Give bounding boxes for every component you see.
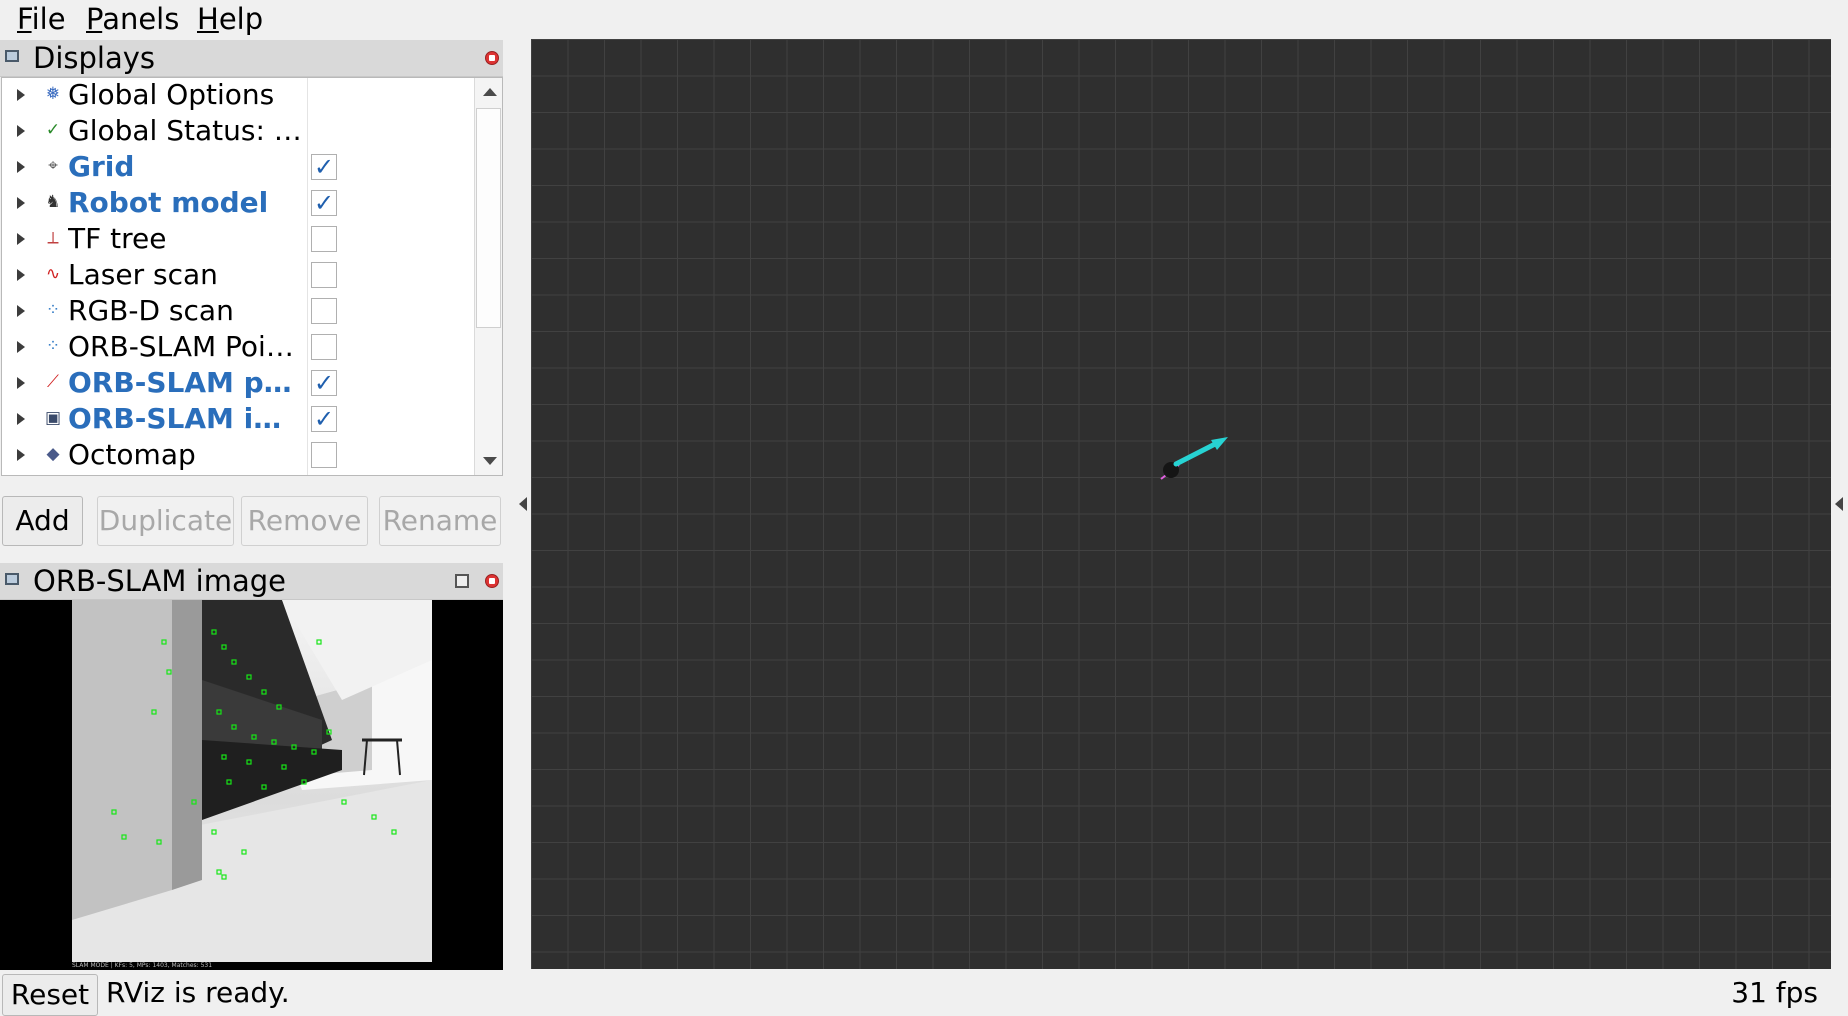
menu-bar: File Panels Help [0, 0, 1848, 38]
fps-counter: 31 fps [1731, 976, 1818, 1009]
displays-panel-title: Displays [33, 41, 156, 75]
display-enable-checkbox[interactable] [311, 334, 337, 360]
display-item[interactable]: ✓ Global Status: Ok [2, 113, 474, 149]
displays-panel-header: Displays [0, 40, 503, 77]
image-status-strip: SLAM MODE | KFs: 5, MPs: 1403, Matches: … [72, 962, 213, 969]
display-item-label: TF tree [68, 222, 167, 255]
image-icon [5, 573, 19, 585]
robot-pose-render [1160, 437, 1228, 480]
undock-icon[interactable] [455, 574, 469, 588]
expand-arrow-icon[interactable] [17, 89, 25, 101]
point-cloud-icon: ⁘ [45, 336, 61, 356]
image-panel-header: ORB-SLAM image [0, 563, 503, 600]
display-enable-checkbox[interactable]: ✓ [311, 406, 337, 432]
menu-panels[interactable]: Panels [86, 2, 179, 36]
status-message: RViz is ready. [106, 976, 290, 1009]
display-item[interactable]: ⁘ RGB-D scan [2, 293, 474, 329]
display-item-label: Robot model [68, 186, 269, 219]
pose-arrow-icon: ⟋ [47, 372, 59, 392]
check-status-icon: ✓ [45, 120, 61, 140]
rename-button[interactable]: Rename [379, 496, 501, 546]
octomap-icon: ◆ [46, 444, 60, 464]
expand-arrow-icon[interactable] [17, 125, 25, 137]
expand-arrow-icon[interactable] [17, 449, 25, 461]
display-item-label: Global Options [68, 78, 275, 111]
display-item-label: Grid [68, 150, 135, 183]
display-enable-checkbox[interactable]: ✓ [311, 370, 337, 396]
display-item[interactable]: ⁘ ORB-SLAM Poin… [2, 329, 474, 365]
camera-scene [72, 600, 432, 962]
duplicate-button[interactable]: Duplicate [97, 496, 234, 546]
display-item-label: RGB-D scan [68, 294, 234, 327]
add-button[interactable]: Add [2, 496, 83, 546]
display-item-label: Octomap [68, 438, 196, 471]
scroll-up-icon[interactable] [483, 88, 497, 96]
robot-model-icon: ♞ [45, 192, 61, 212]
display-enable-checkbox[interactable] [311, 262, 337, 288]
close-icon[interactable] [485, 51, 499, 65]
expand-arrow-icon[interactable] [17, 197, 25, 209]
close-icon[interactable] [485, 574, 499, 588]
expand-arrow-icon[interactable] [17, 305, 25, 317]
pose-arrow-head [1211, 437, 1228, 450]
display-item-label: Global Status: Ok [68, 114, 308, 147]
expand-arrow-icon[interactable] [17, 269, 25, 281]
gear-icon: ❅ [45, 84, 61, 104]
expand-arrow-icon[interactable] [17, 341, 25, 353]
remove-button[interactable]: Remove [241, 496, 368, 546]
camera-frame [72, 600, 432, 962]
display-item-label: ORB-SLAM pose [68, 366, 308, 399]
laser-scan-icon: ∿ [45, 264, 61, 284]
display-enable-checkbox[interactable] [311, 442, 337, 468]
tf-axes-icon: ⟂ [47, 228, 59, 248]
display-enable-checkbox[interactable] [311, 298, 337, 324]
menu-file[interactable]: File [17, 2, 66, 36]
collapse-right-icon[interactable] [1835, 497, 1843, 511]
display-item[interactable]: ◆ Octomap [2, 437, 474, 473]
orb-slam-image-view: SLAM MODE | KFs: 5, MPs: 1403, Matches: … [0, 600, 503, 970]
displays-tree: ❅ Global Options ✓ Global Status: Ok ⌖ Grid ✓ ♞… [1, 77, 503, 476]
display-item[interactable]: ♞ Robot model ✓ [2, 185, 474, 221]
display-enable-checkbox[interactable]: ✓ [311, 154, 337, 180]
expand-arrow-icon[interactable] [17, 233, 25, 245]
3d-viewport[interactable] [531, 39, 1831, 969]
expand-arrow-icon[interactable] [17, 377, 25, 389]
point-cloud-icon: ⁘ [45, 300, 61, 320]
display-item[interactable]: ⌖ Grid ✓ [2, 149, 474, 185]
display-item-label: ORB-SLAM Poin… [68, 330, 308, 363]
monitor-icon [5, 50, 19, 62]
display-enable-checkbox[interactable] [311, 226, 337, 252]
image-icon: ▣ [44, 408, 62, 428]
expand-arrow-icon[interactable] [17, 161, 25, 173]
display-enable-checkbox[interactable]: ✓ [311, 190, 337, 216]
display-item[interactable]: ∿ Laser scan [2, 257, 474, 293]
scroll-down-icon[interactable] [483, 457, 497, 465]
scroll-thumb[interactable] [476, 108, 501, 328]
menu-help[interactable]: Help [197, 2, 263, 36]
image-panel-title: ORB-SLAM image [33, 564, 286, 598]
display-item[interactable]: ❅ Global Options [2, 78, 474, 113]
display-item-label: Laser scan [68, 258, 218, 291]
expand-arrow-icon[interactable] [17, 413, 25, 425]
grid-icon: ⌖ [48, 156, 58, 176]
display-item[interactable]: ⟋ ORB-SLAM pose ✓ [2, 365, 474, 401]
tree-scrollbar[interactable] [474, 78, 502, 475]
display-item[interactable]: ⟂ TF tree [2, 221, 474, 257]
collapse-left-icon[interactable] [519, 497, 527, 511]
status-bar: Reset RViz is ready. 31 fps [0, 972, 1848, 1016]
display-item-label: ORB-SLAM im… [68, 402, 308, 435]
display-item[interactable]: ▣ ORB-SLAM im… ✓ [2, 401, 474, 437]
reset-button[interactable]: Reset [2, 974, 98, 1016]
